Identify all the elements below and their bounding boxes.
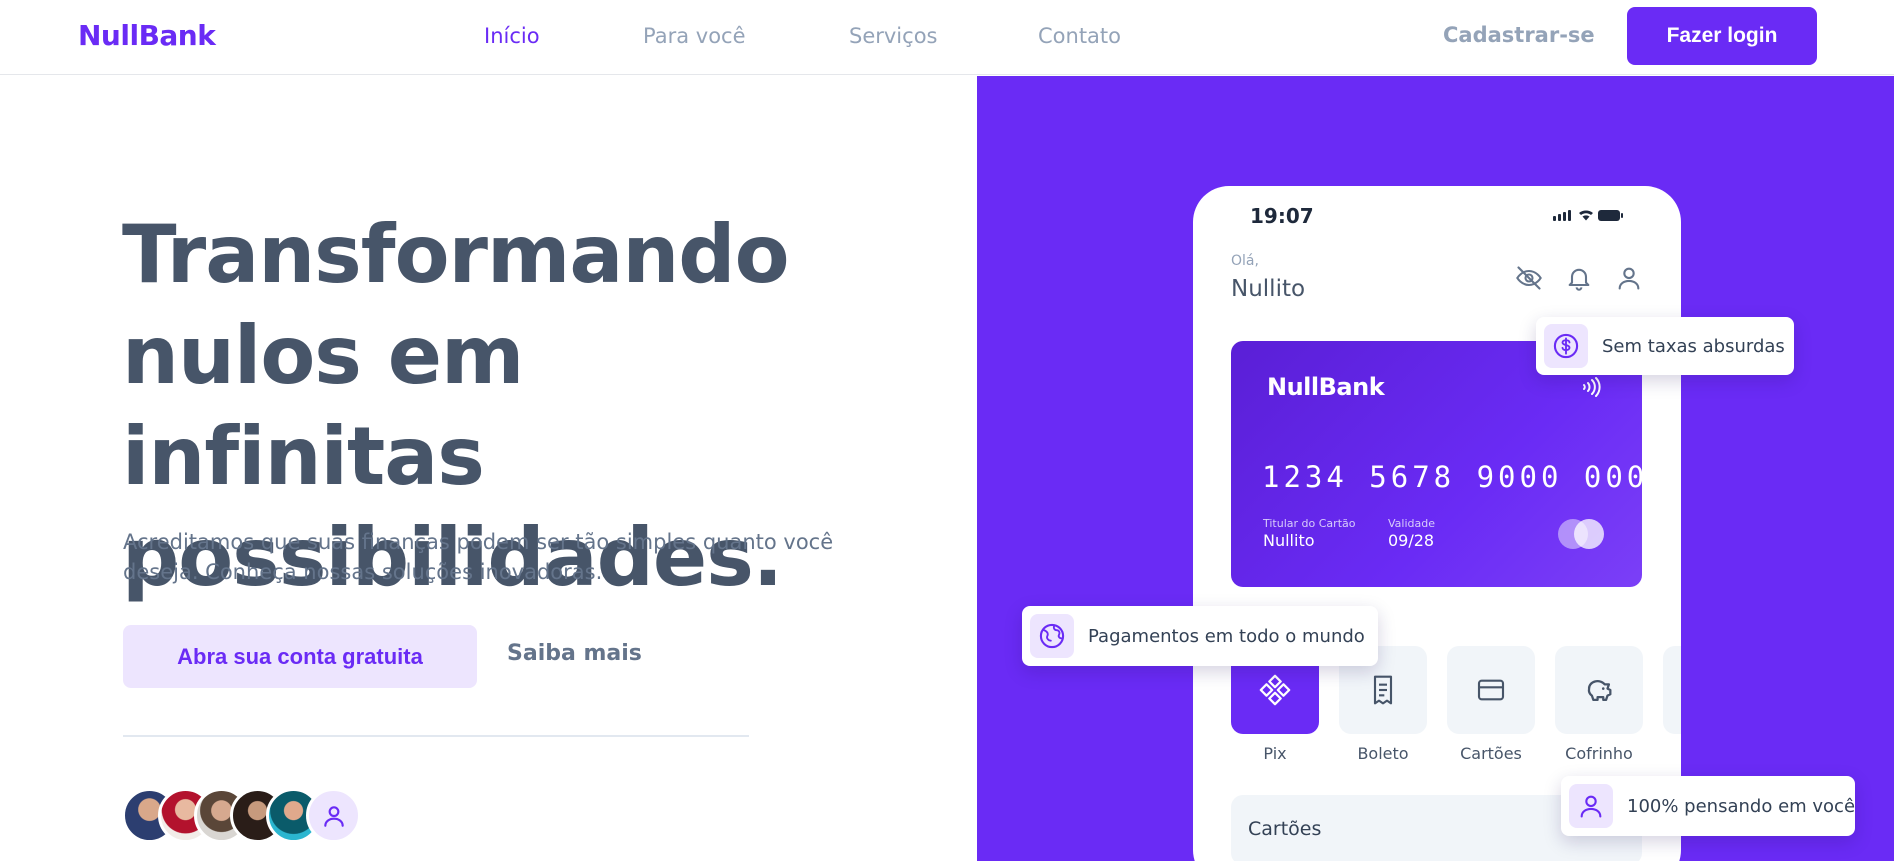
nav-link-contato[interactable]: Contato [1038,24,1121,48]
login-button[interactable]: Fazer login [1627,7,1817,65]
badge-icon-bg [1544,324,1588,368]
learn-more-link[interactable]: Saiba mais [507,641,642,666]
nav-link-servicos[interactable]: Serviços [849,24,937,48]
nav-link-para-voce[interactable]: Para você [643,24,746,48]
piggy-bank-icon [1587,680,1612,702]
bell-icon[interactable] [1565,264,1593,292]
nav-link-inicio[interactable]: Início [484,24,540,48]
action-boleto-label: Boleto [1357,744,1409,763]
card-validity-label: Validade [1388,517,1435,530]
contactless-icon [1583,377,1601,397]
more-users-avatar [306,788,361,843]
profile-icon[interactable] [1615,264,1643,292]
user-icon [1580,795,1602,818]
card-holder-label: Titular do Cartão [1263,517,1356,530]
card-icon [1477,679,1505,701]
action-cofrinho-button[interactable] [1555,646,1643,734]
open-account-button[interactable]: Abra sua conta gratuita [123,625,477,688]
badge-icon-bg [1569,784,1613,828]
badge-no-fees-text: Sem taxas absurdas [1602,335,1785,357]
logo[interactable]: NullBank [78,19,216,52]
badge-worldwide-text: Pagamentos em todo o mundo [1088,625,1365,647]
cards-section-title: Cartões [1248,818,1322,840]
badge-no-fees: Sem taxas absurdas [1536,317,1794,375]
card-holder-name: Nullito [1263,531,1315,550]
pix-icon [1259,674,1291,706]
eye-off-icon[interactable] [1515,264,1543,292]
action-more-partial [1663,646,1681,734]
mastercard-icon [1558,519,1604,549]
greeting-name: Nullito [1231,276,1306,302]
action-pix-label: Pix [1263,744,1287,763]
badge-customer-focus: 100% pensando em você [1561,776,1855,836]
user-icon [323,805,344,827]
globe-icon [1039,623,1065,649]
phone-status-icons [1553,210,1623,221]
phone-time: 19:07 [1250,204,1314,228]
divider [123,735,749,737]
hero-subtitle: Acreditamos que suas finanças podem ser … [123,530,834,584]
badge-customer-focus-text: 100% pensando em você [1627,795,1856,817]
dollar-circle-icon [1553,333,1579,359]
card-brand-logo: NullBank [1267,373,1385,401]
action-cartoes-button[interactable] [1447,646,1535,734]
badge-icon-bg [1030,614,1074,658]
avatar-group [122,788,362,843]
receipt-icon [1373,675,1393,705]
badge-worldwide-payments: Pagamentos em todo o mundo [1022,606,1378,666]
card-number: 1234 5678 9000 0000 [1262,460,1670,494]
action-cofrinho-label: Cofrinho [1565,744,1633,763]
card-validity-value: 09/28 [1388,531,1435,550]
action-cartoes-label: Cartões [1460,744,1522,763]
signup-link[interactable]: Cadastrar-se [1443,23,1595,47]
top-navbar: NullBank Início Para você Serviços Conta… [0,0,1894,75]
greeting-label: Olá, [1231,253,1259,269]
